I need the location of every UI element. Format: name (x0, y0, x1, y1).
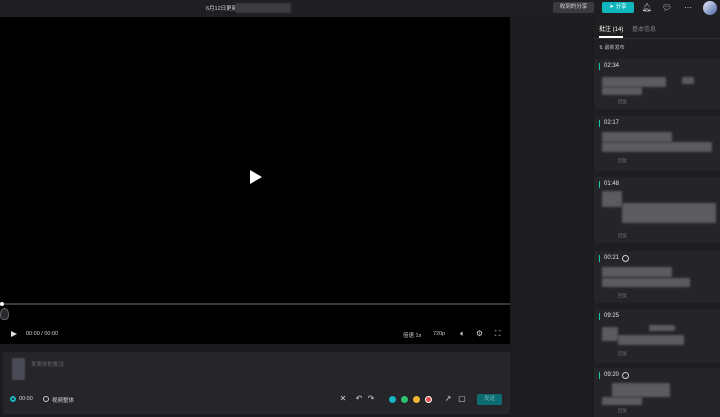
top-bar: 6月12日更新 收到的分享 ➤ 分享 🔔︎ 💬︎ ⋯ (0, 0, 720, 17)
color-swatch-yellow[interactable] (413, 396, 420, 403)
redacted-meta (682, 77, 694, 84)
frame-thumbnail (12, 358, 25, 380)
player-side-gutter (510, 17, 594, 417)
reply-link[interactable]: 回复 (618, 99, 627, 105)
reply-link[interactable]: 回复 (618, 233, 627, 239)
share-label: 分享 (615, 4, 627, 10)
color-swatch-red[interactable] (425, 396, 432, 403)
clock-icon (622, 372, 629, 379)
comment-input[interactable]: 发表你的批注 (31, 360, 64, 368)
timestamp-radio-label: 00:00 (19, 396, 33, 402)
undo-icon[interactable]: ↶ (354, 394, 364, 404)
sidebar-tabs: 批注 (14) 基本信息 (594, 17, 720, 39)
clock-icon (622, 255, 629, 262)
comment-timestamp[interactable]: 02:34 (604, 63, 619, 69)
sort-label: 最新发布 (604, 45, 625, 51)
comment-timestamp[interactable]: 09:20 (604, 372, 619, 378)
redo-icon[interactable]: ↷ (366, 394, 376, 404)
avatar[interactable] (703, 1, 717, 15)
time-display: 00:00 / 00:00 (26, 331, 59, 337)
timestamp-radio[interactable] (10, 396, 16, 402)
redacted-comment-text (602, 77, 666, 87)
comment-composer: 发表你的批注 00:00 视频整体 ✕ ↶ ↷ ↗ ▢ 发送 (3, 352, 510, 414)
list-item[interactable]: 09:25 回复 (594, 309, 720, 363)
comments-sidebar: 批注 (14) 基本信息 ⇅ 最新发布 02:34 回复 02:17 回复 01… (594, 17, 720, 417)
comment-marker (599, 372, 600, 379)
list-item[interactable]: 02:34 回复 (594, 59, 720, 109)
comment-timestamp[interactable]: 00:21 (604, 255, 619, 261)
player-controls: 00:00 / 00:00 倍速 1x 720p 🔈︎ ⚙ ⛶ (0, 325, 510, 344)
whole-video-radio[interactable] (43, 396, 49, 402)
volume-icon[interactable]: 🔈︎ (457, 328, 468, 339)
resolution-button[interactable]: 720p (433, 331, 445, 337)
redacted-comment-text (602, 87, 642, 95)
reply-link[interactable]: 回复 (618, 351, 627, 357)
redacted-comment-text (602, 397, 642, 405)
redacted-comment-text (602, 132, 672, 142)
page-title: 6月12日更新 (206, 6, 238, 12)
rectangle-tool-icon[interactable]: ▢ (457, 394, 467, 404)
chat-icon[interactable]: 💬︎ (661, 2, 673, 14)
comment-timestamp[interactable]: 01:48 (604, 181, 619, 187)
comment-marker (599, 255, 600, 262)
close-icon[interactable]: ✕ (338, 394, 348, 404)
progress-handle[interactable] (0, 302, 4, 306)
list-item[interactable]: 02:17 回复 (594, 116, 720, 171)
redacted-comment-text (612, 383, 670, 397)
redacted-comment-text (602, 327, 618, 341)
redacted-comment-text (602, 142, 712, 152)
comment-timestamp[interactable]: 02:17 (604, 120, 619, 126)
settings-icon[interactable]: ⚙ (474, 328, 485, 339)
sort-button[interactable]: ⇅ 最新发布 (599, 44, 625, 51)
list-item[interactable]: 09:20 回复 (594, 368, 720, 417)
redacted-comment-text (602, 191, 622, 207)
reply-link[interactable]: 回复 (618, 293, 627, 299)
comment-marker (599, 63, 600, 70)
send-icon: ➤ (609, 4, 615, 10)
fullscreen-icon[interactable]: ⛶ (492, 328, 503, 339)
received-share-button[interactable]: 收到的分享 (553, 2, 594, 13)
user-marker-icon (0, 308, 9, 320)
bell-icon[interactable]: 🔔︎ (641, 2, 653, 14)
send-button[interactable]: 发送 (477, 394, 502, 405)
redacted-comment-text (602, 278, 690, 287)
reply-link[interactable]: 回复 (618, 158, 627, 164)
active-tab-indicator (599, 36, 623, 38)
whole-video-radio-label: 视频整体 (52, 398, 75, 404)
reply-link[interactable]: 回复 (618, 408, 627, 414)
comment-marker (599, 313, 600, 320)
video-player[interactable] (0, 17, 510, 344)
play-icon[interactable] (11, 331, 17, 337)
tab-comments[interactable]: 批注 (14) (599, 24, 623, 33)
comment-marker (599, 181, 600, 188)
progress-bar[interactable] (0, 303, 510, 305)
comment-timestamp[interactable]: 09:25 (604, 313, 619, 319)
share-button[interactable]: ➤ 分享 (602, 2, 634, 13)
tab-info[interactable]: 基本信息 (632, 24, 656, 33)
list-item[interactable]: 01:48 回复 (594, 177, 720, 243)
redacted-comment-text (622, 203, 716, 223)
color-swatch-green[interactable] (401, 396, 408, 403)
redacted-meta (649, 325, 675, 331)
redacted-comment-text (618, 335, 684, 345)
play-icon[interactable] (250, 170, 262, 184)
speed-button[interactable]: 倍速 1x (403, 331, 421, 339)
color-swatch-cyan[interactable] (389, 396, 396, 403)
redacted-comment-text (602, 267, 672, 277)
arrow-tool-icon[interactable]: ↗ (443, 394, 453, 404)
comment-marker (599, 120, 600, 127)
list-item[interactable]: 00:21 回复 (594, 251, 720, 303)
redacted-title-suffix (235, 3, 291, 13)
more-icon[interactable]: ⋯ (682, 2, 694, 14)
